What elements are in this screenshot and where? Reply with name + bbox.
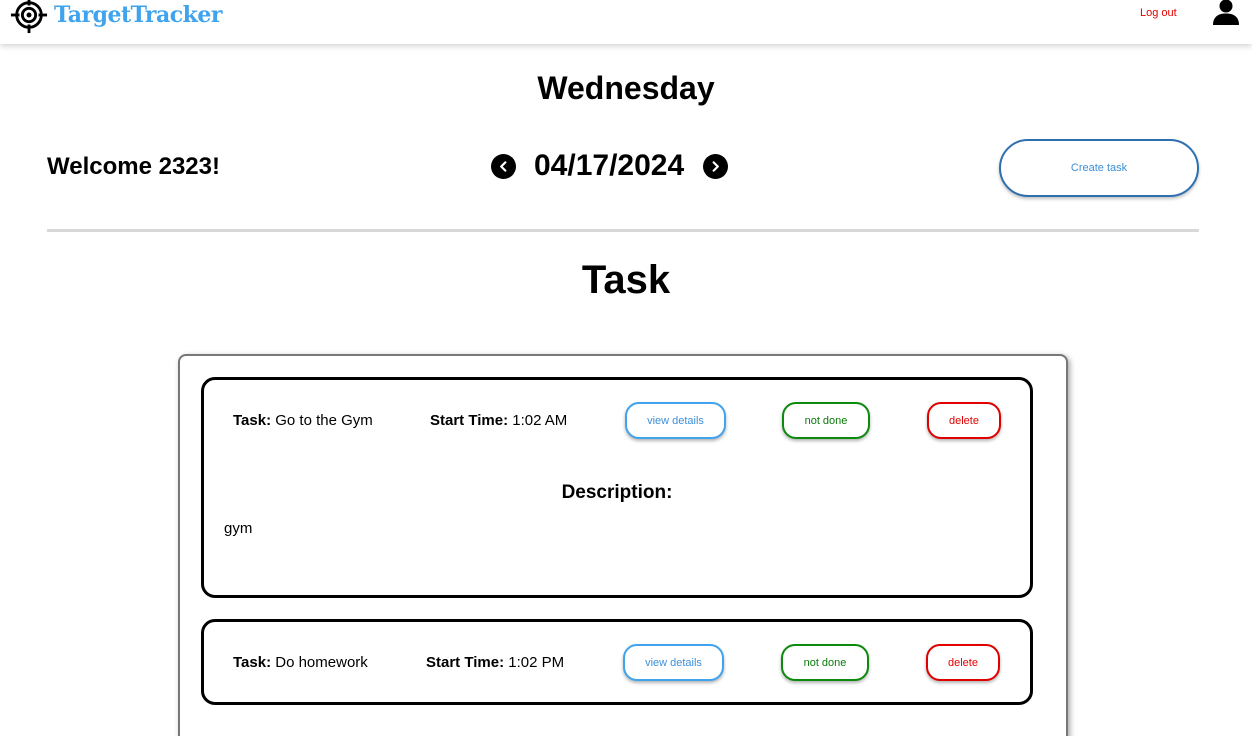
previous-day-button[interactable] xyxy=(491,153,516,179)
day-title: Wednesday xyxy=(537,70,715,106)
view-details-button[interactable]: view details xyxy=(625,402,726,439)
start-time-value: 1:02 AM xyxy=(512,412,568,429)
section-divider xyxy=(47,229,1199,232)
task-label: Task: xyxy=(233,412,272,429)
status-toggle-button[interactable]: not done xyxy=(782,402,870,439)
delete-button[interactable]: delete xyxy=(926,644,1000,681)
view-details-button[interactable]: view details xyxy=(623,644,724,681)
task-name: Do homework xyxy=(275,654,368,671)
task-name-field: Task: Go to the Gym xyxy=(233,412,373,429)
delete-button[interactable]: delete xyxy=(927,402,1001,439)
status-toggle-button[interactable]: not done xyxy=(781,644,869,681)
brand-name: TargetTracker xyxy=(54,2,223,28)
start-time-value: 1:02 PM xyxy=(508,654,565,671)
description-text: gym xyxy=(224,520,253,537)
task-card: Task: Go to the Gym Start Time: 1:02 AM … xyxy=(201,377,1033,598)
date-navigator: 04/17/2024 xyxy=(491,149,729,183)
target-icon xyxy=(10,0,48,34)
task-label: Task: xyxy=(233,654,272,671)
welcome-message: Welcome 2323! xyxy=(47,153,220,180)
next-day-button[interactable] xyxy=(703,153,729,179)
top-navbar: TargetTracker Log out xyxy=(0,0,1252,44)
logout-link[interactable]: Log out xyxy=(1140,7,1177,19)
start-time-field: Start Time: 1:02 PM xyxy=(426,654,564,671)
start-time-label: Start Time: xyxy=(426,654,505,671)
start-time-label: Start Time: xyxy=(430,412,509,429)
chevron-right-icon xyxy=(712,160,720,172)
task-section-title: Task xyxy=(581,258,671,302)
description-heading: Description: xyxy=(561,482,673,503)
task-name: Go to the Gym xyxy=(275,412,373,429)
start-time-field: Start Time: 1:02 AM xyxy=(430,412,567,429)
task-card: Task: Do homework Start Time: 1:02 PM vi… xyxy=(201,619,1033,705)
create-task-button[interactable]: Create task xyxy=(999,139,1199,197)
brand-logo[interactable]: TargetTracker xyxy=(10,0,223,34)
chevron-left-icon xyxy=(500,160,507,172)
task-name-field: Task: Do homework xyxy=(233,654,368,671)
user-icon[interactable] xyxy=(1213,0,1239,26)
current-date: 04/17/2024 xyxy=(534,149,685,182)
